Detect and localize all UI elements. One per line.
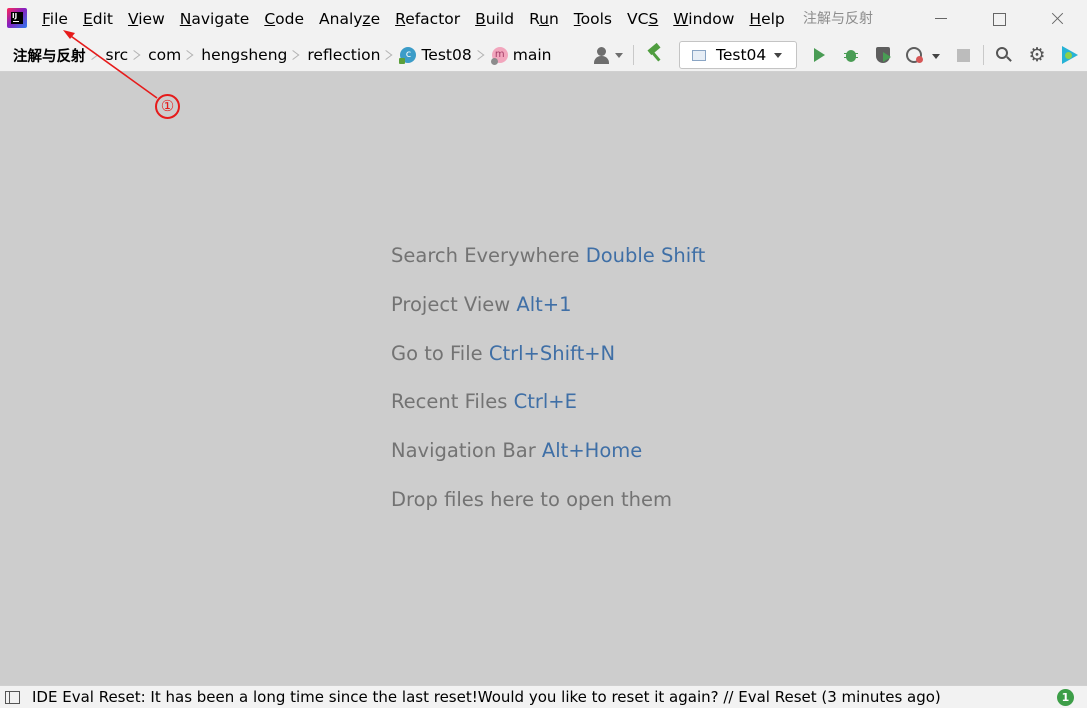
main-menu: File Edit View Navigate Code Analyze Ref… xyxy=(42,0,800,38)
user-icon-body xyxy=(594,56,609,64)
menu-window[interactable]: Window xyxy=(673,0,734,38)
menu-navigate[interactable]: Navigate xyxy=(180,0,250,38)
menu-edit[interactable]: Edit xyxy=(83,0,113,38)
breadcrumb-reflection[interactable]: reflection xyxy=(307,46,380,64)
coverage-shield-icon xyxy=(876,47,891,63)
hint-label: Go to File xyxy=(391,341,483,365)
menu-help[interactable]: Help xyxy=(749,0,784,38)
plugin-play-icon xyxy=(1062,46,1078,64)
plugin-button[interactable] xyxy=(1057,38,1083,72)
method-icon: m xyxy=(490,47,508,65)
menu-analyze[interactable]: Analyze xyxy=(319,0,380,38)
minimize-button[interactable] xyxy=(918,0,964,38)
run-with-coverage-button[interactable] xyxy=(872,38,894,72)
user-icon xyxy=(597,47,606,56)
navigation-bar: 注解与反射 src com hengsheng reflection c Tes… xyxy=(0,38,1087,72)
hint-label: Search Everywhere xyxy=(391,244,580,267)
hint-label: Drop files here to open them xyxy=(391,487,672,511)
hint-recent-files: Recent Files Ctrl+E xyxy=(391,390,705,439)
status-bar: IDE Eval Reset: It has been a long time … xyxy=(0,685,1087,708)
search-everywhere-button[interactable] xyxy=(992,38,1016,72)
maximize-button[interactable] xyxy=(976,0,1022,38)
menu-run[interactable]: Run xyxy=(529,0,559,38)
hint-shortcut: Double Shift xyxy=(585,244,706,267)
menu-refactor[interactable]: Refactor xyxy=(395,0,460,38)
annotation-marker: ① xyxy=(155,94,180,119)
breadcrumb-separator-icon xyxy=(477,46,484,64)
debug-button[interactable] xyxy=(840,38,862,72)
breadcrumb: 注解与反射 src com hengsheng reflection c Tes… xyxy=(13,38,551,72)
hint-go-to-file: Go to File Ctrl+Shift+N xyxy=(391,342,705,391)
menu-code[interactable]: Code xyxy=(264,0,304,38)
breadcrumb-separator-icon xyxy=(292,46,299,64)
hint-shortcut: Ctrl+E xyxy=(513,390,577,414)
status-message[interactable]: IDE Eval Reset: It has been a long time … xyxy=(32,686,941,708)
run-configuration-label: Test04 xyxy=(716,46,767,64)
hint-project-view: Project View Alt+1 xyxy=(391,293,705,342)
toolbar-divider xyxy=(633,45,634,65)
breadcrumb-class[interactable]: c Test08 xyxy=(399,46,472,64)
stop-button[interactable] xyxy=(952,38,974,72)
profiler-button[interactable] xyxy=(902,38,942,72)
profiler-clock-icon xyxy=(906,47,923,63)
menu-build[interactable]: Build xyxy=(475,0,514,38)
breadcrumb-separator-icon xyxy=(385,46,392,64)
breadcrumb-separator-icon xyxy=(133,46,140,64)
breadcrumb-project[interactable]: 注解与反射 xyxy=(13,45,86,66)
menu-tools[interactable]: Tools xyxy=(574,0,612,38)
breadcrumb-separator-icon xyxy=(91,46,98,64)
user-dropdown[interactable] xyxy=(590,38,626,72)
menu-file[interactable]: File xyxy=(42,0,68,38)
breadcrumb-class-label: Test08 xyxy=(421,46,472,64)
search-icon xyxy=(996,47,1012,63)
menu-view[interactable]: View xyxy=(128,0,165,38)
stop-icon xyxy=(956,48,970,62)
chevron-down-icon xyxy=(932,54,940,59)
chevron-down-icon xyxy=(774,53,782,58)
chevron-down-icon xyxy=(615,53,623,58)
run-configuration-select[interactable]: Test04 xyxy=(679,41,797,69)
run-config-icon xyxy=(692,50,706,61)
close-button[interactable] xyxy=(1034,0,1080,38)
breadcrumb-method-label: main xyxy=(512,46,552,64)
breadcrumb-method[interactable]: m main xyxy=(490,46,552,65)
settings-button[interactable]: ⚙ xyxy=(1025,38,1049,72)
hint-shortcut: Alt+Home xyxy=(541,439,643,463)
run-button[interactable] xyxy=(808,38,830,72)
hint-navigation-bar: Navigation Bar Alt+Home xyxy=(391,439,705,488)
hint-shortcut: Ctrl+Shift+N xyxy=(488,341,616,365)
hint-shortcut: Alt+1 xyxy=(516,292,572,316)
title-bar: IJ File Edit View Navigate Code Analyze … xyxy=(0,0,1087,38)
play-icon xyxy=(813,48,825,62)
intellij-logo-icon[interactable]: IJ xyxy=(7,8,27,28)
menu-vcs[interactable]: VCS xyxy=(627,0,658,38)
empty-editor-hints: Search Everywhere Double Shift Project V… xyxy=(391,244,705,537)
toolbar-divider xyxy=(983,45,984,65)
breadcrumb-src[interactable]: src xyxy=(106,46,129,64)
hint-label: Project View xyxy=(391,292,511,316)
class-icon: c xyxy=(399,47,417,64)
hint-drop-files: Drop files here to open them xyxy=(391,488,705,537)
breadcrumb-com[interactable]: com xyxy=(148,46,181,64)
window-title: 注解与反射 xyxy=(803,11,873,27)
breadcrumb-hengsheng[interactable]: hengsheng xyxy=(201,46,287,64)
hint-label: Recent Files xyxy=(391,390,508,414)
hint-label: Navigation Bar xyxy=(391,439,536,463)
tool-window-toggle-icon[interactable] xyxy=(5,691,20,704)
build-hammer-icon[interactable] xyxy=(642,38,668,72)
gear-icon: ⚙ xyxy=(1028,44,1046,66)
event-log-badge[interactable]: 1 xyxy=(1057,689,1074,706)
breadcrumb-separator-icon xyxy=(186,46,193,64)
hint-search-everywhere: Search Everywhere Double Shift xyxy=(391,244,705,293)
hammer-handle xyxy=(650,50,661,62)
bug-icon xyxy=(844,47,858,63)
